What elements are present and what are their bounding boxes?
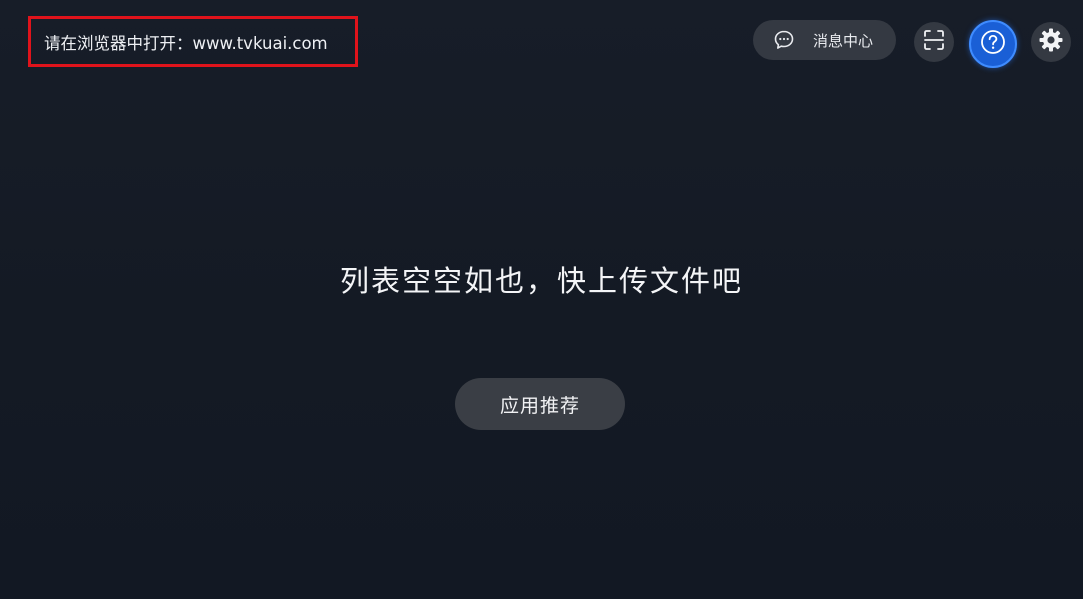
message-center-button[interactable]: 消息中心 [753, 20, 896, 60]
scan-frame-icon [923, 29, 945, 55]
open-in-browser-text: 请在浏览器中打开：www.tvkuai.com [44, 33, 328, 53]
chat-bubble-icon [773, 29, 795, 51]
gear-icon [1038, 27, 1064, 57]
settings-button[interactable] [1031, 22, 1071, 62]
scan-button[interactable] [914, 22, 954, 62]
empty-list-message: 列表空空如也，快上传文件吧 [339, 264, 743, 298]
help-button[interactable] [969, 20, 1017, 68]
question-circle-icon [980, 29, 1006, 59]
app-screen: 请在浏览器中打开：www.tvkuai.com 消息中心 列表空空如也，快上传文… [0, 0, 1083, 599]
app-recommend-button[interactable]: 应用推荐 [455, 378, 625, 430]
message-center-label: 消息中心 [813, 31, 874, 50]
open-in-browser-hint: 请在浏览器中打开：www.tvkuai.com [28, 16, 358, 67]
app-recommend-label: 应用推荐 [499, 394, 580, 417]
